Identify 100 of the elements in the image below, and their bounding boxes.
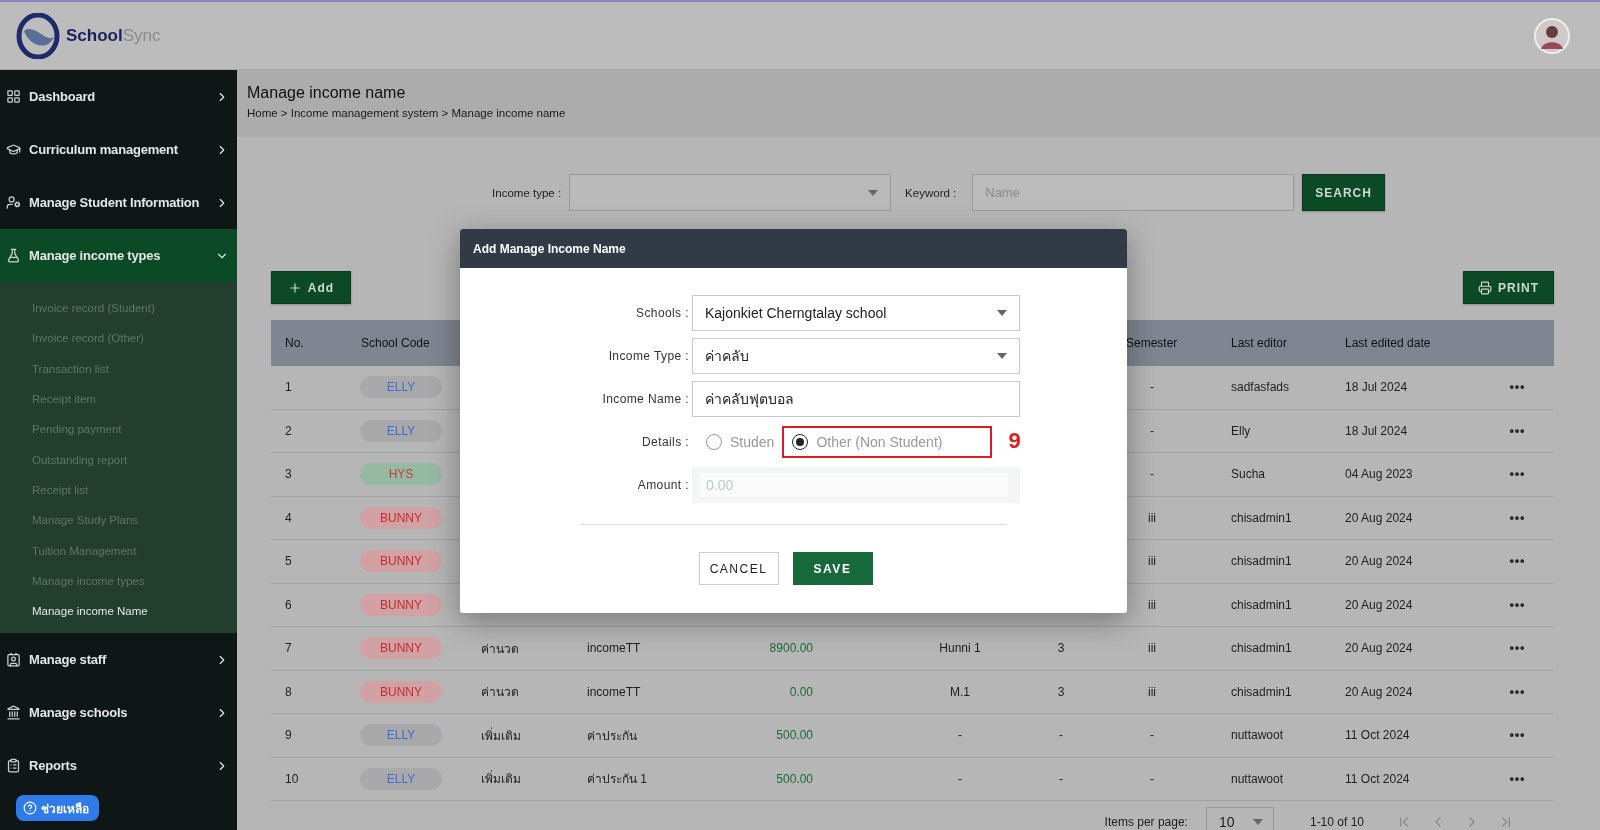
submenu-item[interactable]: Manage income Name: [0, 595, 237, 627]
caret-icon: [997, 353, 1007, 359]
table-cell: 0.00: [789, 684, 813, 699]
items-per-page-label: Items per page:: [1104, 815, 1188, 829]
sidebar-item[interactable]: Dashboard: [0, 70, 237, 123]
table-cell: 5: [285, 554, 292, 569]
sidebar-item[interactable]: Reports: [0, 739, 237, 793]
table-cell: iii: [1148, 641, 1156, 656]
table-cell: chisadmin1: [1231, 510, 1292, 525]
select-field[interactable]: ค่าคลับ: [692, 338, 1020, 374]
table-cell: 04 Aug 2023: [1345, 467, 1413, 482]
table-cell: iii: [1148, 554, 1156, 569]
callout-number: 9: [1008, 428, 1021, 454]
field-label: Details :: [641, 435, 689, 449]
add-button[interactable]: Add: [271, 271, 351, 304]
table-cell: Sucha: [1231, 467, 1266, 482]
table-cell: nuttawoot: [1231, 728, 1284, 743]
caret-icon: [997, 310, 1007, 316]
page-size-select[interactable]: 10: [1205, 807, 1274, 830]
sidebar-item[interactable]: Manage income types: [0, 229, 237, 282]
table-cell: 20 Aug 2024: [1345, 554, 1413, 569]
table-cell: -: [1150, 380, 1154, 395]
printer-icon: [1478, 280, 1492, 295]
table-cell: 3: [1057, 641, 1065, 656]
school-code-tag: HYS: [360, 463, 442, 486]
table-cell: 18 Jul 2024: [1345, 380, 1408, 395]
user-avatar[interactable]: [1534, 17, 1570, 54]
table-cell: 18 Jul 2024: [1345, 423, 1408, 438]
print-button[interactable]: PRINT: [1463, 271, 1554, 304]
help-button[interactable]: ช่วยเหลือ: [16, 795, 99, 821]
table-cell: 20 Aug 2024: [1345, 510, 1413, 525]
sidebar-item[interactable]: Manage staff: [0, 633, 237, 687]
school-code-tag: BUNNY: [360, 637, 442, 660]
school-code-tag: ELLY: [360, 419, 442, 442]
field-label: Income Name :: [601, 392, 689, 406]
caret-icon: [1252, 819, 1263, 825]
table-cell-text: เพิ่มเติม: [481, 726, 521, 745]
table-cell-text: ค่านวด: [481, 640, 519, 658]
column-header: School Code: [361, 336, 430, 350]
table-cell: 4: [285, 510, 292, 525]
table-cell: Elly: [1231, 423, 1251, 438]
table-cell: 20 Aug 2024: [1345, 641, 1413, 656]
table-cell: chisadmin1: [1231, 554, 1292, 569]
table-cell-text: ค่านวด: [481, 684, 519, 702]
table-cell: 1: [285, 380, 292, 395]
table-cell: 500.00: [776, 728, 813, 743]
dialog-title: Add Manage Income Name: [460, 229, 1127, 268]
plus-icon: [287, 280, 302, 295]
sidebar-item[interactable]: Manage schools: [0, 686, 237, 740]
table-cell: 6: [285, 597, 292, 612]
table-cell: iii: [1148, 597, 1156, 612]
table-cell: -: [958, 728, 962, 743]
table-cell: 7: [285, 641, 292, 656]
table-cell: -: [958, 771, 962, 786]
table-cell: 10: [285, 771, 299, 786]
input-field[interactable]: ค่าคลับฟุตบอล: [692, 381, 1020, 417]
filter-label: Keyword :: [905, 186, 957, 199]
cancel-button[interactable]: CANCEL: [698, 552, 779, 585]
table-cell-text: ค่าประกัน 1: [587, 771, 647, 789]
select-field[interactable]: Kajonkiet Cherngtalay school: [692, 295, 1020, 331]
breadcrumb: Home > Income management system > Manage income name: [247, 107, 567, 119]
table-cell: incomeTT: [587, 641, 641, 656]
school-code-tag: BUNNY: [360, 506, 442, 529]
table-cell: 20 Aug 2024: [1345, 597, 1413, 612]
table-cell: chisadmin1: [1231, 597, 1292, 612]
table-cell: 20 Aug 2024: [1345, 684, 1413, 699]
table-cell: 11 Oct 2024: [1345, 771, 1410, 786]
column-header: Last editor: [1231, 336, 1288, 350]
table-cell: 3: [285, 467, 292, 482]
table-cell: sadfasfads: [1231, 380, 1290, 395]
logo-icon: [16, 12, 60, 59]
table-cell: 8900.00: [769, 641, 813, 656]
table-cell: 3: [1057, 684, 1065, 699]
table-cell: iii: [1148, 510, 1156, 525]
table-cell: 9: [285, 728, 292, 743]
search-button[interactable]: SEARCH: [1302, 174, 1385, 211]
filter-label: Income type :: [492, 186, 562, 199]
field-label: Amount :: [636, 478, 689, 492]
table-cell: 500.00: [776, 771, 813, 786]
page-range: 1-10 of 10: [1309, 815, 1364, 829]
table-cell: 2: [285, 423, 292, 438]
table-cell: -: [1150, 467, 1154, 482]
page-title: Manage income name: [247, 84, 407, 102]
table-cell: nuttawoot: [1231, 771, 1284, 786]
table-cell: เพิ่มเติม: [481, 769, 521, 789]
help-icon: [23, 801, 37, 815]
field-label: Schools :: [635, 306, 689, 320]
save-button[interactable]: SAVE: [792, 552, 873, 585]
school-code-tag: BUNNY: [360, 593, 442, 616]
sidebar-item[interactable]: Curriculum management: [0, 123, 237, 176]
table-cell: -: [1150, 423, 1154, 438]
table-cell: 11 Oct 2024: [1345, 728, 1410, 743]
school-code-tag: ELLY: [360, 376, 442, 399]
table-cell: -: [1150, 728, 1154, 743]
column-header: Last edited date: [1345, 336, 1431, 350]
table-cell: -: [1059, 771, 1063, 786]
table-cell: Hunni 1: [939, 641, 981, 656]
school-code-tag: BUNNY: [360, 550, 442, 573]
table-cell: 8: [285, 684, 292, 699]
sidebar-item[interactable]: Manage Student Information: [0, 176, 237, 229]
